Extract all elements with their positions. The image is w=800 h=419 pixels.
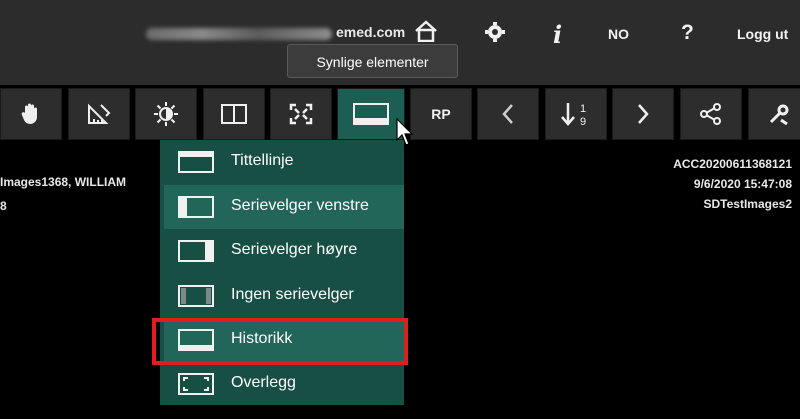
help-icon[interactable]: ?	[681, 21, 694, 45]
menu-item-label: Ingen serievelger	[231, 286, 354, 303]
patient-name: Images1368, WILLIAM	[0, 175, 127, 189]
no-series-layout-icon	[178, 285, 214, 307]
menu-item-label: Overlegg	[231, 374, 296, 391]
chevron-right-icon	[638, 104, 649, 124]
study-datetime: 9/6/2020 15:47:08	[693, 177, 792, 191]
overlay-corners-icon	[178, 373, 214, 395]
title-bar-layout-icon	[178, 151, 214, 173]
pan-tool-button[interactable]	[0, 88, 62, 140]
previous-button[interactable]	[477, 88, 539, 140]
visible-elements-menu: Tittellinje Serievelger venstre Serievel…	[160, 140, 404, 405]
menu-item-label: Serievelger venstre	[231, 197, 369, 214]
language-selector[interactable]: NO	[608, 26, 629, 42]
institution-name: SDTestImages2	[703, 197, 792, 211]
window-level-button[interactable]	[135, 88, 197, 140]
measure-tool-button[interactable]	[68, 88, 130, 140]
series-left-layout-icon	[178, 196, 214, 218]
split-view-icon	[221, 104, 247, 124]
measure-ruler-icon	[88, 103, 111, 124]
menu-item-label: Serievelger høyre	[231, 241, 358, 258]
share-button[interactable]	[680, 88, 742, 140]
share-icon	[700, 103, 721, 125]
svg-text:1: 1	[580, 103, 586, 115]
fullscreen-button[interactable]	[270, 88, 332, 140]
info-icon[interactable]: i	[553, 20, 562, 49]
patient-info: Images1368, WILLIAM 8	[0, 170, 126, 218]
layout-visible-elements-icon	[353, 103, 389, 125]
split-view-button[interactable]	[203, 88, 265, 140]
gear-icon[interactable]	[484, 21, 506, 49]
menu-item-series-left[interactable]: Serievelger venstre	[164, 185, 404, 229]
sort-button[interactable]: 19	[545, 88, 607, 140]
hand-pan-icon	[21, 103, 37, 124]
menu-item-overlay[interactable]: Overlegg	[160, 362, 404, 406]
series-right-layout-icon	[178, 240, 214, 262]
chevron-left-icon	[502, 104, 513, 124]
fullscreen-icon	[289, 103, 313, 125]
brightness-icon	[154, 102, 178, 126]
email-redacted-blur	[146, 28, 332, 40]
sort-number-icon: 19	[561, 103, 586, 127]
rp-button[interactable]: RP	[410, 88, 472, 140]
highlight-box	[152, 318, 408, 365]
accession-number: ACC20200611368121	[673, 157, 792, 171]
logout-link[interactable]: Logg ut	[737, 26, 788, 42]
tools-icon	[769, 104, 789, 126]
user-email: emed.com	[146, 24, 405, 42]
email-visible-tail: emed.com	[336, 24, 406, 40]
menu-item-label: Tittellinje	[231, 152, 294, 169]
mouse-cursor-icon	[396, 118, 414, 146]
menu-item-series-right[interactable]: Serievelger høyre	[160, 229, 404, 273]
next-button[interactable]	[612, 88, 674, 140]
menu-item-no-series[interactable]: Ingen serievelger	[160, 274, 404, 318]
svg-text:9: 9	[580, 116, 586, 127]
menu-item-title-bar[interactable]: Tittellinje	[160, 140, 404, 184]
visible-elements-button[interactable]	[337, 88, 405, 140]
patient-id: 8	[0, 199, 7, 213]
tooltip: Synlige elementer	[287, 44, 458, 78]
tools-button[interactable]	[748, 88, 800, 140]
study-info: ACC20200611368121 9/6/2020 15:47:08 SDTe…	[673, 154, 792, 214]
